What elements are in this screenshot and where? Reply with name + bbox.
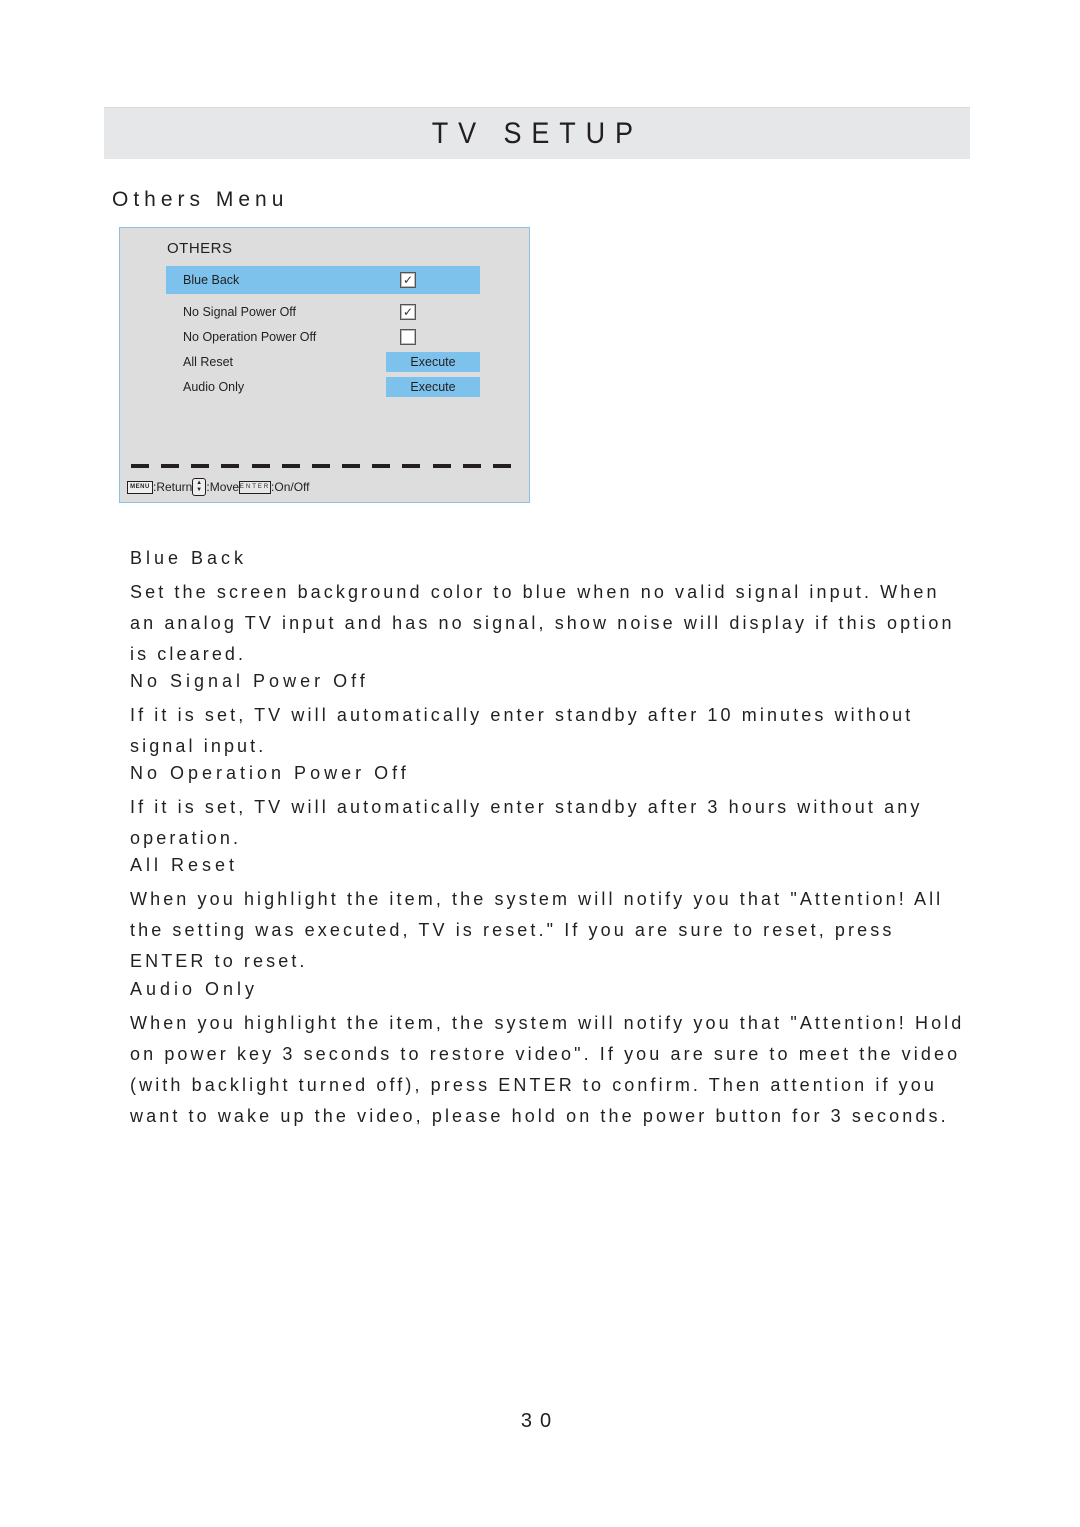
blue-back-checkbox[interactable]: ✓ (400, 272, 416, 288)
osd-menu-heading: OTHERS (167, 240, 233, 257)
description-audio-only: Audio Only When you highlight the item, … (130, 977, 970, 1132)
description-heading: Audio Only (130, 979, 259, 999)
description-text: If it is set, TV will automatically ente… (130, 797, 923, 848)
up-down-arrows-icon: ▲ ▼ (192, 478, 207, 496)
menu-item-label: No Operation Power Off (183, 330, 317, 344)
arrows-key-action: :Move (206, 480, 240, 494)
description-heading: No Operation Power Off (130, 763, 410, 783)
page-title: TV SETUP (431, 116, 643, 150)
description-heading: Blue Back (130, 548, 248, 568)
all-reset-execute-button[interactable]: Execute (386, 352, 480, 372)
description-text: Set the screen background color to blue … (130, 582, 955, 664)
arrow-up-icon: ▲ (196, 480, 203, 486)
description-text: When you highlight the item, the system … (130, 889, 944, 971)
section-title: Others Menu (112, 188, 289, 211)
menu-item-blue-back[interactable]: Blue Back ✓ (166, 266, 480, 294)
description-blue-back: Blue Back Set the screen background colo… (130, 546, 970, 670)
menu-item-label: No Signal Power Off (183, 305, 297, 319)
menu-key-icon: MENU (127, 480, 153, 494)
osd-dashed-divider (131, 464, 511, 468)
menu-item-no-operation-power-off[interactable]: No Operation Power Off (166, 323, 480, 351)
menu-key-action: :Return (153, 480, 193, 494)
checkmark-icon: ✓ (402, 305, 414, 319)
description-heading: No Signal Power Off (130, 671, 369, 691)
description-no-operation-power-off: No Operation Power Off If it is set, TV … (130, 761, 970, 854)
others-menu-screenshot: OTHERS Blue Back ✓ No Signal Power Off ✓… (119, 227, 530, 503)
description-text: When you highlight the item, the system … (130, 1013, 965, 1126)
audio-only-execute-button[interactable]: Execute (386, 377, 480, 397)
menu-item-audio-only[interactable]: Audio Only Execute (166, 373, 480, 401)
description-text: If it is set, TV will automatically ente… (130, 705, 914, 756)
no-signal-power-off-checkbox[interactable]: ✓ (400, 304, 416, 320)
no-operation-power-off-checkbox[interactable] (400, 329, 416, 345)
menu-item-label: Blue Back (183, 273, 240, 287)
menu-item-no-signal-power-off[interactable]: No Signal Power Off ✓ (166, 298, 480, 326)
enter-key-icon: ENTER (239, 480, 272, 494)
menu-item-label: Audio Only (183, 380, 245, 394)
page-number: 30 (520, 1410, 560, 1432)
osd-help-bar: MENU :Return ▲ ▼ :Move ENTER :On/Off (127, 478, 310, 496)
checkmark-icon: ✓ (402, 273, 414, 287)
page-header-bar: TV SETUP (104, 107, 970, 159)
enter-key-action: :On/Off (271, 480, 310, 494)
arrow-down-icon: ▼ (196, 487, 203, 493)
description-all-reset: All Reset When you highlight the item, t… (130, 853, 970, 977)
menu-item-label: All Reset (183, 355, 234, 369)
description-heading: All Reset (130, 855, 239, 875)
description-no-signal-power-off: No Signal Power Off If it is set, TV wil… (130, 669, 970, 762)
menu-item-all-reset[interactable]: All Reset Execute (166, 348, 480, 376)
